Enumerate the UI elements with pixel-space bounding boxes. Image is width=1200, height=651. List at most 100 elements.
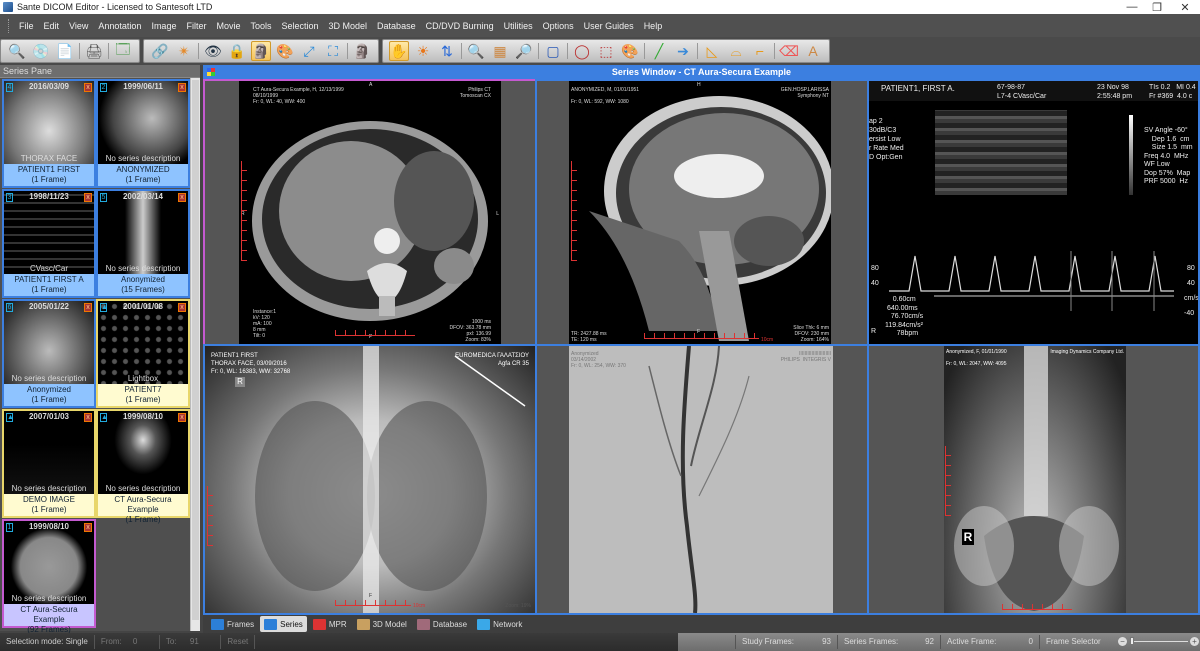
- series-thumbnail[interactable]: 1998/11/23 3 x CVasc/Car PATIENT1 FIRST A (1 …: [2, 189, 96, 298]
- zoom-in-icon[interactable]: +: [1190, 637, 1199, 646]
- tab-label: Frames: [227, 619, 255, 629]
- pan-hand-button[interactable]: ✋: [389, 41, 409, 61]
- zoom-button[interactable]: 🔍: [466, 41, 486, 61]
- toolbar: 🔍 💿 📄 🖨 🗔 🔗 ✴ 👁 🔒 🗿 🎨 ⤢ ⛶ 🗿 ✋ ☀ ⇅ 🔍 ▦ 🔎 ▢ ◯ ⬚ 🎨 ╱ ➔ ◺ ⌓ ⌐ ⌫ A: [0, 37, 1200, 65]
- frame-selector-slider[interactable]: [1130, 637, 1188, 645]
- menu-cd-dvd-burning[interactable]: CD/DVD Burning: [421, 21, 499, 31]
- menu-utilities[interactable]: Utilities: [499, 21, 538, 31]
- series-thumbnail[interactable]: 2002/03/14 5 x No series description Anonymi…: [96, 189, 190, 298]
- series-pane-scrollbar[interactable]: [190, 78, 200, 631]
- ct-image[interactable]: CT Aura-Secura Example, H, 12/13/1999 08…: [239, 81, 501, 344]
- close-series-icon[interactable]: x: [84, 523, 92, 532]
- close-series-icon[interactable]: x: [84, 413, 92, 422]
- close-series-icon[interactable]: x: [178, 303, 186, 312]
- chest-xray-image[interactable]: PATIENT1 FIRST THORAX FACE, 03/09/2016 F…: [205, 346, 535, 613]
- from-value: 0: [132, 637, 138, 646]
- menu-filter[interactable]: Filter: [181, 21, 211, 31]
- menu-grip[interactable]: [8, 18, 10, 33]
- series-thumbnail[interactable]: 2007/01/03 ▲ x No series description DEMO IM…: [2, 409, 96, 518]
- rectangle-button[interactable]: ▢: [543, 41, 563, 61]
- viewport-chest-xray[interactable]: PATIENT1 FIRST THORAX FACE, 03/09/2016 F…: [203, 344, 537, 615]
- series-thumbnail[interactable]: 2005/01/22 6 x No series description Anonymi…: [2, 299, 96, 408]
- magnify-button[interactable]: 🔍: [7, 41, 27, 61]
- eraser-button[interactable]: ⌫: [779, 41, 799, 61]
- colormap-button[interactable]: 🎨: [275, 41, 295, 61]
- close-series-icon[interactable]: x: [84, 83, 92, 92]
- mri-image[interactable]: ANONYMIZED, M, 01/01/1951 Fr: 0, WL: 592…: [569, 81, 831, 344]
- series-thumbnail[interactable]: 2016/03/09 4 x THORAX FACE PATIENT1 FIRST (1 …: [2, 79, 96, 188]
- lock-button[interactable]: 🔒: [227, 41, 247, 61]
- arrow-button[interactable]: ➔: [673, 41, 693, 61]
- menu-tools[interactable]: Tools: [245, 21, 276, 31]
- tab-frames[interactable]: Frames: [207, 616, 258, 632]
- menu-view[interactable]: View: [64, 21, 93, 31]
- window-button[interactable]: 🗔: [113, 41, 133, 61]
- tab-network[interactable]: Network: [473, 616, 526, 632]
- scroll-arrows-button[interactable]: ⇅: [437, 41, 457, 61]
- menu-annotation[interactable]: Annotation: [93, 21, 146, 31]
- viewport-mri[interactable]: ANONYMIZED, M, 01/01/1951 Fr: 0, WL: 592…: [535, 79, 869, 346]
- open-cd-button[interactable]: 💿: [31, 41, 51, 61]
- series-thumbnail[interactable]: 1999/06/11 2 x No series description ANONYMI…: [96, 79, 190, 188]
- menu-file[interactable]: File: [14, 21, 39, 31]
- link-sync-button[interactable]: 🔗: [150, 41, 170, 61]
- frame-selector-thumb[interactable]: [1130, 637, 1134, 645]
- menu-options[interactable]: Options: [538, 21, 579, 31]
- layout-grid-icon[interactable]: [207, 68, 215, 76]
- angle-button[interactable]: ◺: [702, 41, 722, 61]
- series-thumbnail[interactable]: 1999/08/10 1 x No series description CT Aura…: [2, 519, 96, 634]
- 3d-face-button[interactable]: 🗿: [352, 41, 372, 61]
- menu-help[interactable]: Help: [639, 21, 668, 31]
- close-series-icon[interactable]: x: [178, 193, 186, 202]
- color-palette-button[interactable]: 🎨: [620, 41, 640, 61]
- tab-series[interactable]: Series: [260, 616, 307, 632]
- viewport-ultrasound[interactable]: PATIENT1, FIRST A. 67-98-87 L7-4 CVasc/C…: [867, 79, 1200, 346]
- menu-3d-model[interactable]: 3D Model: [324, 21, 373, 31]
- to-field[interactable]: To: 91: [160, 635, 222, 649]
- document-button[interactable]: 📄: [55, 41, 75, 61]
- close-series-icon[interactable]: x: [178, 83, 186, 92]
- menu-movie[interactable]: Movie: [211, 21, 245, 31]
- close-series-icon[interactable]: x: [84, 193, 92, 202]
- menu-edit[interactable]: Edit: [39, 21, 65, 31]
- head-scan-button[interactable]: 🗿: [251, 41, 271, 61]
- cobb-angle-button[interactable]: ⌓: [726, 41, 746, 61]
- abdomen-image[interactable]: Anonymized, F, 01/01/1990 Fr: 0, WL: 204…: [944, 346, 1126, 613]
- region-zoom-button[interactable]: ▦: [490, 41, 510, 61]
- eye-button[interactable]: 👁: [203, 41, 223, 61]
- fullscreen-button[interactable]: ⛶: [323, 41, 343, 61]
- menu-database[interactable]: Database: [372, 21, 421, 31]
- print-button[interactable]: 🖨: [84, 41, 104, 61]
- reset-button[interactable]: Reset: [221, 635, 256, 649]
- tab-mpr[interactable]: MPR: [309, 616, 351, 632]
- ellipse-roi-button[interactable]: ◯: [572, 41, 592, 61]
- zoom-arrows-button[interactable]: 🔎: [514, 41, 534, 61]
- angio-image[interactable]: Anonymized 03/14/2002 Fr: 0, WL: 254, WW…: [569, 346, 833, 613]
- menu-image[interactable]: Image: [146, 21, 181, 31]
- from-field[interactable]: From: 0: [95, 635, 160, 649]
- viewport-angio[interactable]: Anonymized 03/14/2002 Fr: 0, WL: 254, WW…: [535, 344, 869, 615]
- viewport-ct[interactable]: CT Aura-Secura Example, H, 12/13/1999 08…: [203, 79, 537, 346]
- restore-button[interactable]: ❐: [1142, 0, 1172, 14]
- ultrasound-image[interactable]: PATIENT1, FIRST A. 67-98-87 L7-4 CVasc/C…: [869, 81, 1198, 344]
- zoom-out-icon[interactable]: −: [1118, 637, 1127, 646]
- menu-selection[interactable]: Selection: [276, 21, 323, 31]
- link-brightness-button[interactable]: ✴: [174, 41, 194, 61]
- text-annotation-button[interactable]: A: [803, 41, 823, 61]
- tab-3d-model[interactable]: 3D Model: [353, 616, 411, 632]
- thumbnail-patient: Anonymized: [26, 385, 72, 394]
- close-button[interactable]: ✕: [1170, 0, 1200, 14]
- series-thumbnail[interactable]: 2001/01/08 ▲ x Lightbox PATIENT7 (1 Frame): [96, 299, 190, 408]
- brightness-button[interactable]: ☀: [413, 41, 433, 61]
- viewport-abdomen[interactable]: Anonymized, F, 01/01/1990 Fr: 0, WL: 204…: [867, 344, 1200, 615]
- corner-button[interactable]: ⌐: [750, 41, 770, 61]
- fit-window-button[interactable]: ⤢: [299, 41, 319, 61]
- series-thumbnail[interactable]: 1999/08/10 ▲ x No series description CT Aura…: [96, 409, 190, 524]
- close-series-icon[interactable]: x: [84, 303, 92, 312]
- close-series-icon[interactable]: x: [178, 413, 186, 422]
- tab-database[interactable]: Database: [413, 616, 471, 632]
- scrollbar-thumb[interactable]: [192, 80, 199, 620]
- menu-user-guides[interactable]: User Guides: [579, 21, 639, 31]
- rect-roi-button[interactable]: ⬚: [596, 41, 616, 61]
- line-button[interactable]: ╱: [649, 41, 669, 61]
